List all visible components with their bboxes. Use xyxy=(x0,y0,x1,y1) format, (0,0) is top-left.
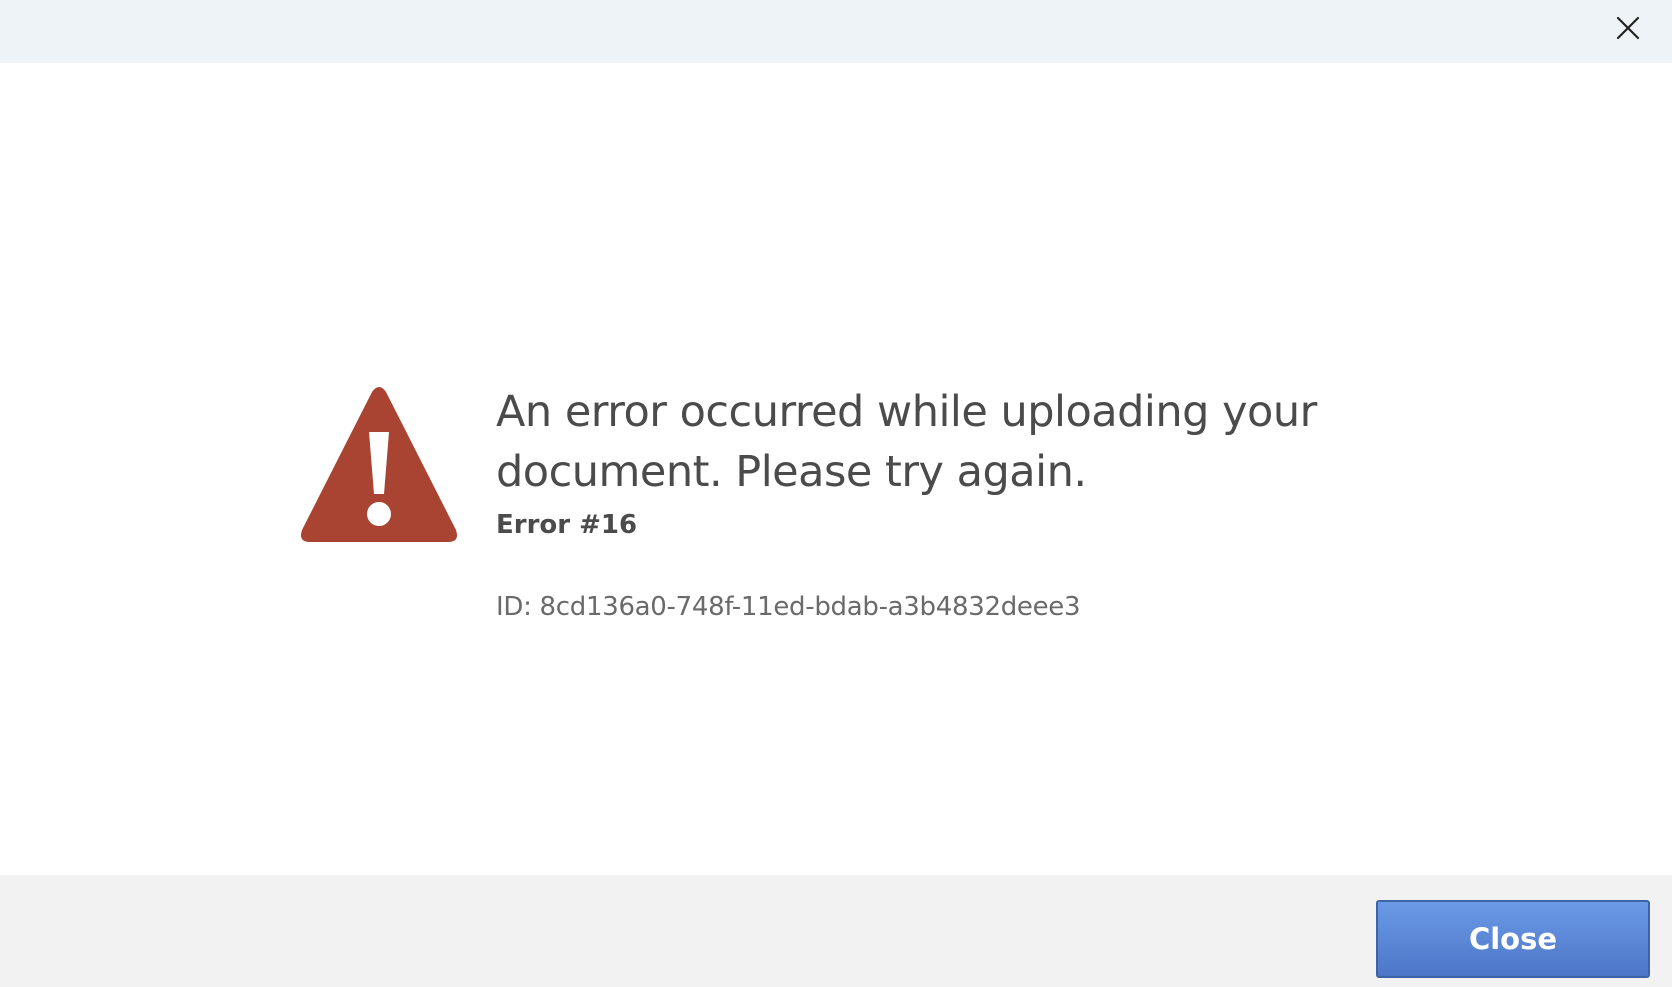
close-icon[interactable] xyxy=(1614,14,1642,42)
error-code: Error #16 xyxy=(496,510,638,540)
dialog-footer: Close xyxy=(0,875,1672,987)
error-id: ID: 8cd136a0-748f-11ed-bdab-a3b4832deee3 xyxy=(496,592,1081,622)
close-button[interactable]: Close xyxy=(1376,900,1650,978)
dialog-content: An error occurred while uploading your d… xyxy=(0,63,1672,875)
dialog-titlebar xyxy=(0,0,1672,63)
error-dialog: An error occurred while uploading your d… xyxy=(0,0,1672,987)
warning-icon xyxy=(301,387,457,542)
error-message: An error occurred while uploading your d… xyxy=(496,387,1317,497)
